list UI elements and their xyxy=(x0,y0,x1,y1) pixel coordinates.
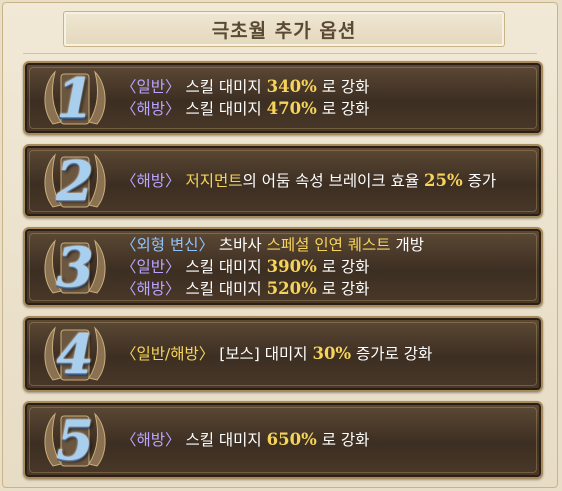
numeral-4: 4 xyxy=(56,322,94,386)
option-line: 〈일반〉 스킬 대미지 340% 로 강화 xyxy=(121,76,531,98)
numeral-emblem-1: 1 xyxy=(39,62,111,134)
option-text: 스킬 대미지 xyxy=(185,431,262,449)
numeral-1: 1 xyxy=(56,66,94,130)
option-highlight: 저지먼트 xyxy=(185,172,243,190)
option-value: 520% xyxy=(266,279,317,298)
option-tag: 〈일반〉 xyxy=(121,258,181,276)
option-row-2: 2 〈해방〉 저지먼트의 어둠 속성 브레이크 효율 25% 증가 xyxy=(23,144,543,218)
option-text: [보스] 대미지 xyxy=(219,345,308,363)
option-suffix: 로 강화 xyxy=(321,431,370,449)
option-text: 스킬 대미지 xyxy=(185,280,262,298)
option-text: 츠바사 xyxy=(218,236,262,254)
option-line: 〈일반/해방〉 [보스] 대미지 30% 증가로 강화 xyxy=(121,343,531,365)
option-suffix: 증가로 강화 xyxy=(356,345,433,363)
option-row-3: 3 〈외형 변신〉 츠바사 스페셜 인연 퀘스트 개방 〈일반〉 스킬 대미지 … xyxy=(23,227,543,307)
option-tag: 〈외형 변신〉 xyxy=(121,236,214,254)
panel-title: 극초월 추가 옵션 xyxy=(211,19,357,42)
option-highlight: 스페셜 인연 퀘스트 xyxy=(266,236,391,254)
option-text: 스킬 대미지 xyxy=(185,258,262,276)
option-text: 스킬 대미지 xyxy=(185,78,262,96)
option-line: 〈해방〉 스킬 대미지 650% 로 강화 xyxy=(121,429,531,451)
numeral-emblem-3: 3 xyxy=(39,231,111,303)
option-row-4: 4 〈일반/해방〉 [보스] 대미지 30% 증가로 강화 xyxy=(23,316,543,392)
option-panel: 극초월 추가 옵션 1 〈일반〉 스킬 대미지 340% 로 강화 〈해방〉 스… xyxy=(2,2,558,488)
title-divider xyxy=(23,53,537,54)
option-line: 〈해방〉 스킬 대미지 520% 로 강화 xyxy=(121,278,531,300)
option-line: 〈해방〉 스킬 대미지 470% 로 강화 xyxy=(121,98,531,120)
option-suffix: 개방 xyxy=(395,236,425,254)
numeral-emblem-5: 5 xyxy=(39,404,111,476)
option-row-1: 1 〈일반〉 스킬 대미지 340% 로 강화 〈해방〉 스킬 대미지 470%… xyxy=(23,61,543,135)
option-text: 의 어둠 속성 브레이크 효율 xyxy=(242,172,420,190)
option-suffix: 로 강화 xyxy=(321,258,370,276)
numeral-3: 3 xyxy=(56,235,94,299)
option-value: 340% xyxy=(266,77,317,96)
option-suffix: 로 강화 xyxy=(321,280,370,298)
option-value: 30% xyxy=(312,344,352,363)
option-value: 470% xyxy=(266,99,317,118)
option-tag: 〈해방〉 xyxy=(121,172,181,190)
option-line: 〈해방〉 저지먼트의 어둠 속성 브레이크 효율 25% 증가 xyxy=(121,170,531,192)
numeral-emblem-2: 2 xyxy=(39,145,111,217)
option-value: 650% xyxy=(266,430,317,449)
option-tag: 〈해방〉 xyxy=(121,431,181,449)
option-row-5: 5 〈해방〉 스킬 대미지 650% 로 강화 xyxy=(23,401,543,479)
option-suffix: 증가 xyxy=(467,172,497,190)
option-tag: 〈일반〉 xyxy=(121,78,181,96)
option-tag: 〈해방〉 xyxy=(121,280,181,298)
option-tag: 〈일반/해방〉 xyxy=(121,345,215,363)
numeral-5: 5 xyxy=(56,408,94,472)
numeral-emblem-4: 4 xyxy=(39,318,111,390)
option-suffix: 로 강화 xyxy=(321,100,370,118)
option-value: 25% xyxy=(424,171,463,190)
option-line: 〈외형 변신〉 츠바사 스페셜 인연 퀘스트 개방 xyxy=(121,234,531,256)
option-suffix: 로 강화 xyxy=(321,78,370,96)
numeral-2: 2 xyxy=(56,149,94,213)
option-tag: 〈해방〉 xyxy=(121,100,181,118)
option-value: 390% xyxy=(266,257,317,276)
option-text: 스킬 대미지 xyxy=(185,100,262,118)
option-line: 〈일반〉 스킬 대미지 390% 로 강화 xyxy=(121,256,531,278)
panel-title-box: 극초월 추가 옵션 xyxy=(63,11,505,47)
